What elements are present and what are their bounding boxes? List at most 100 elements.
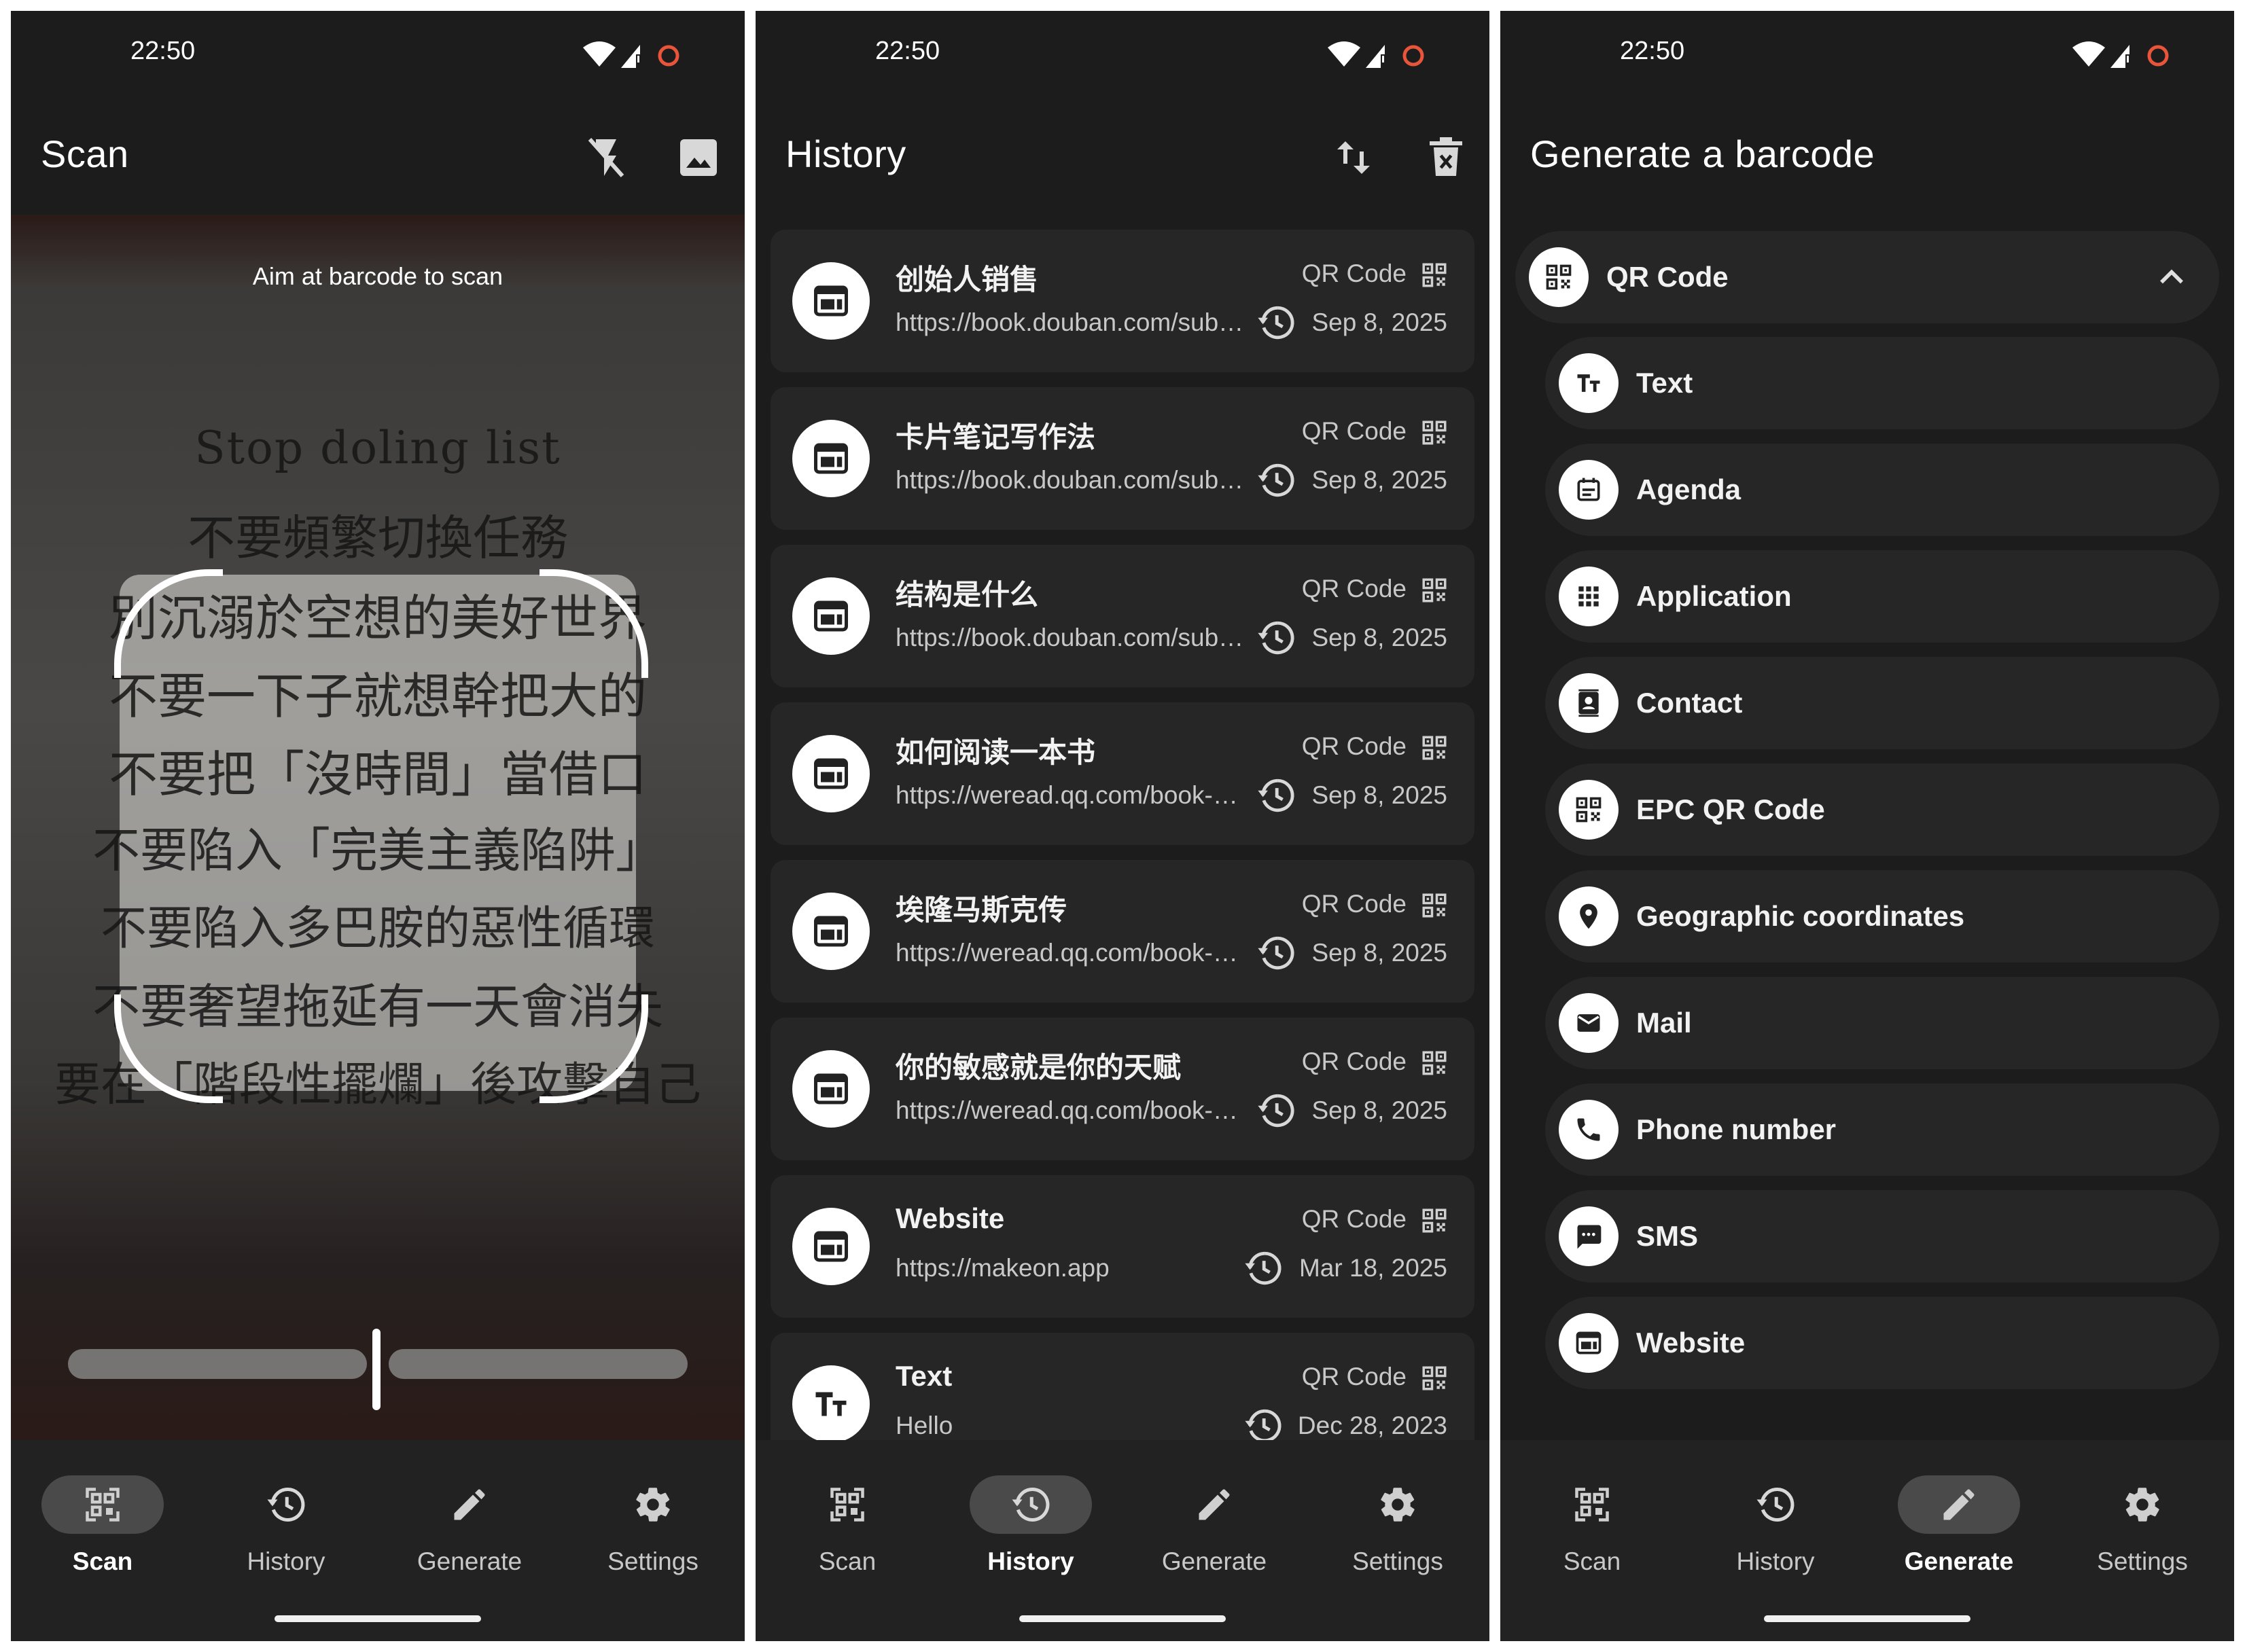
nav-history[interactable]: History xyxy=(194,1440,378,1576)
history-icon xyxy=(1256,933,1296,973)
home-indicator[interactable] xyxy=(1764,1615,1970,1622)
zoom-slider-track[interactable] xyxy=(389,1349,688,1379)
history-item[interactable]: Website https://makeon.app QR Code Mar 18, … xyxy=(771,1175,1474,1318)
nav-history[interactable]: History xyxy=(939,1440,1122,1576)
history-item-date: Sep 8, 2025 xyxy=(1311,308,1447,336)
barcode-type-label: Phone number xyxy=(1636,1113,1837,1145)
flash-off-icon[interactable] xyxy=(582,133,631,182)
aim-hint: Aim at barcode to scan xyxy=(252,262,503,290)
contact-icon xyxy=(1559,673,1619,733)
home-indicator[interactable] xyxy=(1019,1615,1226,1622)
barcode-type-item[interactable]: Agenda xyxy=(1545,444,2219,536)
page-title: Generate a barcode xyxy=(1530,132,1875,175)
history-item-title: 结构是什么 xyxy=(896,579,1039,611)
barcode-type-label: Website xyxy=(1636,1327,1746,1359)
history-item-format: QR Code xyxy=(1301,1363,1407,1390)
barcode-type-label: Agenda xyxy=(1636,473,1742,505)
history-item[interactable]: 如何阅读一本书 https://weread.qq.com/book-detail… xyxy=(771,702,1474,845)
status-icons xyxy=(2071,38,2173,72)
history-icon xyxy=(1256,1091,1296,1130)
nav-settings[interactable]: Settings xyxy=(561,1440,745,1576)
mail-icon xyxy=(1559,993,1619,1053)
sort-icon[interactable] xyxy=(1329,133,1378,182)
nav-scan[interactable]: Scan xyxy=(1500,1440,1684,1576)
barcode-type-item[interactable]: Geographic coordinates xyxy=(1545,870,2219,963)
history-icon xyxy=(1256,461,1296,500)
history-icon xyxy=(1256,776,1296,815)
history-item-date: Sep 8, 2025 xyxy=(1311,781,1447,809)
history-item-date: Sep 8, 2025 xyxy=(1311,1096,1447,1124)
status-icons xyxy=(582,38,684,72)
home-indicator[interactable] xyxy=(275,1615,481,1622)
history-item[interactable]: 你的敏感就是你的天赋 https://weread.qq.com/book-det… xyxy=(771,1018,1474,1160)
nav-label: History xyxy=(987,1547,1074,1575)
pencil-icon xyxy=(449,1484,490,1525)
history-item-content: https://book.douban.com/subject/ xyxy=(896,308,1249,336)
history-item-format: QR Code xyxy=(1301,890,1407,918)
generate-screen: 22:50 Generate a barcode QR Code Text Age… xyxy=(1500,11,2234,1641)
website-icon xyxy=(1559,1313,1619,1373)
barcode-format-selector[interactable]: QR Code xyxy=(1515,231,2219,323)
nav-generate[interactable]: Generate xyxy=(1867,1440,2051,1576)
history-item[interactable]: 结构是什么 https://book.douban.com/subject/QR … xyxy=(771,545,1474,687)
barcode-type-item[interactable]: Contact xyxy=(1545,657,2219,749)
history-item-title: Website xyxy=(896,1202,1005,1234)
nav-label: Settings xyxy=(607,1547,699,1575)
barcode-type-item[interactable]: Application xyxy=(1545,550,2219,643)
history-item-format: QR Code xyxy=(1301,575,1407,603)
nav-scan[interactable]: Scan xyxy=(11,1440,194,1576)
nav-generate[interactable]: Generate xyxy=(378,1440,561,1576)
qr-code-icon xyxy=(1529,247,1589,307)
nav-settings[interactable]: Settings xyxy=(2051,1440,2234,1576)
website-icon xyxy=(792,893,870,970)
history-item-format: QR Code xyxy=(1301,732,1407,760)
history-item-title: 你的敏感就是你的天赋 xyxy=(896,1052,1182,1083)
nav-settings[interactable]: Settings xyxy=(1306,1440,1489,1576)
history-item[interactable]: 创始人销售 https://book.douban.com/subject/QR … xyxy=(771,230,1474,372)
history-item-date: Sep 8, 2025 xyxy=(1311,939,1447,967)
chevron-up-icon[interactable] xyxy=(2151,257,2192,298)
history-item[interactable]: 埃隆马斯克传 https://weread.qq.com/book-detail Q… xyxy=(771,860,1474,1003)
nav-scan[interactable]: Scan xyxy=(756,1440,939,1576)
zoom-slider-track[interactable] xyxy=(68,1349,367,1379)
nav-label: Generate xyxy=(1161,1547,1267,1575)
nav-history[interactable]: History xyxy=(1684,1440,1867,1576)
website-icon xyxy=(792,420,870,497)
zoom-slider-thumb[interactable] xyxy=(372,1329,381,1410)
book-line: 不要把「沒時間」當借口 xyxy=(108,746,647,803)
calendar-icon xyxy=(1559,460,1619,520)
history-list: 创始人销售 https://book.douban.com/subject/QR … xyxy=(771,230,1474,1490)
history-item[interactable]: 卡片笔记写作法 https://book.douban.com/subject/Q… xyxy=(771,387,1474,530)
qr-scan-icon xyxy=(827,1484,868,1525)
nav-label: Generate xyxy=(417,1547,523,1575)
history-item-format: QR Code xyxy=(1301,1205,1407,1233)
barcode-type-label: Application xyxy=(1636,580,1792,612)
book-line: Stop doling list xyxy=(194,422,561,474)
history-item-date: Sep 8, 2025 xyxy=(1311,466,1447,494)
page-title: Scan xyxy=(41,132,129,175)
history-item-content: https://weread.qq.com/book-detail xyxy=(896,781,1249,809)
history-item-content: https://weread.qq.com/book-detail xyxy=(896,1096,1249,1124)
gallery-image-icon[interactable] xyxy=(674,133,723,182)
gear-icon xyxy=(1377,1484,1418,1525)
text-icon xyxy=(1559,353,1619,413)
history-item-date: Sep 8, 2025 xyxy=(1311,624,1447,651)
barcode-type-item[interactable]: EPC QR Code xyxy=(1545,764,2219,856)
history-icon xyxy=(1755,1484,1796,1525)
barcode-type-item[interactable]: Website xyxy=(1545,1297,2219,1389)
barcode-type-list: Text Agenda Application Contact EPC QR Code G… xyxy=(1545,337,2219,1403)
website-icon xyxy=(792,735,870,812)
barcode-type-label: Geographic coordinates xyxy=(1636,900,1965,932)
history-item-title: 如何阅读一本书 xyxy=(896,736,1096,768)
sms-icon xyxy=(1559,1206,1619,1266)
website-icon xyxy=(792,1208,870,1285)
barcode-type-item[interactable]: SMS xyxy=(1545,1190,2219,1282)
barcode-type-item[interactable]: Text xyxy=(1545,337,2219,429)
pencil-icon xyxy=(1939,1484,1979,1525)
history-item-content: https://makeon.app xyxy=(896,1254,1110,1282)
nav-generate[interactable]: Generate xyxy=(1122,1440,1306,1576)
delete-icon[interactable] xyxy=(1421,133,1470,182)
qr-code-icon xyxy=(1420,418,1449,447)
barcode-type-item[interactable]: Phone number xyxy=(1545,1083,2219,1176)
barcode-type-item[interactable]: Mail xyxy=(1545,977,2219,1069)
